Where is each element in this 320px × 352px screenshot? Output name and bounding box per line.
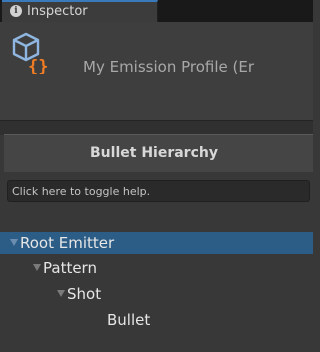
- tree-item-root-emitter[interactable]: Root Emitter: [0, 232, 313, 254]
- header-divider: [0, 120, 313, 135]
- expand-arrow-icon[interactable]: [57, 290, 65, 297]
- tree-item-label: Root Emitter: [20, 234, 115, 252]
- bullet-hierarchy-header[interactable]: Bullet Hierarchy: [4, 134, 313, 172]
- svg-text:{}: {}: [28, 57, 48, 74]
- tree-item-label: Shot: [67, 285, 102, 303]
- tab-inspector[interactable]: i Inspector: [2, 0, 158, 22]
- help-toggle-field[interactable]: Click here to toggle help.: [7, 180, 310, 202]
- inspector-window: i Inspector {} My Emission Profile (Er B…: [0, 0, 313, 352]
- expand-arrow-icon[interactable]: [33, 264, 41, 271]
- tree-item-bullet[interactable]: Bullet: [0, 309, 313, 331]
- help-toggle-text: Click here to toggle help.: [12, 185, 151, 198]
- expand-arrow-icon[interactable]: [10, 239, 18, 246]
- tree-item-shot[interactable]: Shot: [0, 283, 313, 305]
- tab-label: Inspector: [27, 4, 88, 19]
- inspector-header: {} My Emission Profile (Er: [0, 22, 313, 120]
- tree-item-label: Pattern: [43, 259, 97, 277]
- tree-item-label: Bullet: [107, 311, 151, 329]
- tab-bar: i Inspector: [0, 0, 313, 22]
- section-title: Bullet Hierarchy: [90, 145, 218, 161]
- tree-item-pattern[interactable]: Pattern: [0, 257, 313, 279]
- emission-profile-icon: {}: [12, 32, 48, 74]
- profile-title: My Emission Profile (Er: [83, 58, 254, 76]
- info-icon: i: [10, 5, 22, 17]
